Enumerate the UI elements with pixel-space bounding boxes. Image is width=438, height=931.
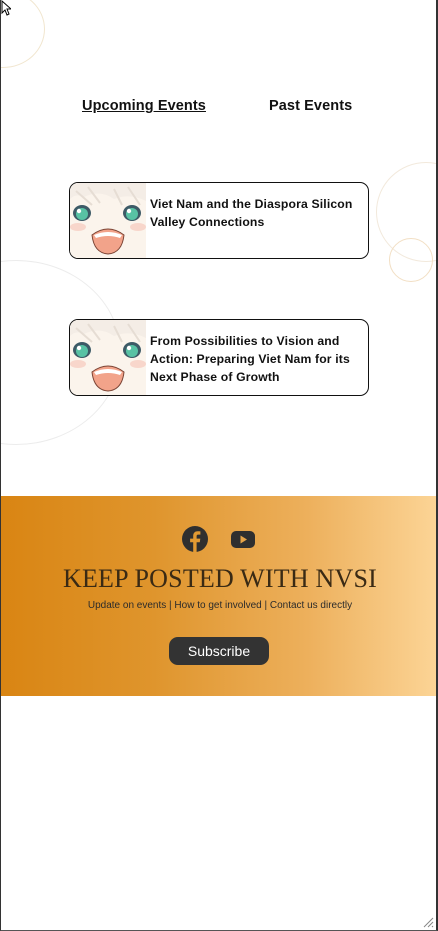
decorative-circle — [389, 238, 433, 282]
tab-past-events[interactable]: Past Events — [269, 98, 352, 114]
page-frame: Upcoming Events Past Events Viet Nam and… — [0, 0, 438, 931]
event-thumbnail — [70, 183, 146, 258]
banner-title: KEEP POSTED WITH NVSI — [62, 564, 378, 593]
event-title: From Possibilities to Vision and Action:… — [150, 334, 350, 384]
facebook-icon[interactable] — [181, 525, 209, 553]
event-title: Viet Nam and the Diaspora Silicon Valley… — [150, 197, 353, 229]
event-thumbnail — [70, 320, 146, 395]
event-card[interactable]: Viet Nam and the Diaspora Silicon Valley… — [69, 182, 369, 259]
newsletter-banner: KEEP POSTED WITH NVSI Update on events |… — [1, 496, 436, 696]
event-tabs: Upcoming Events Past Events — [1, 98, 436, 118]
event-card[interactable]: From Possibilities to Vision and Action:… — [69, 319, 369, 396]
mouse-cursor-icon — [1, 0, 11, 16]
social-links — [1, 525, 436, 553]
resize-grip-icon[interactable] — [422, 916, 434, 928]
banner-subtitle: Update on events | How to get involved |… — [87, 600, 353, 611]
tab-upcoming-events[interactable]: Upcoming Events — [82, 98, 206, 114]
subscribe-button[interactable]: Subscribe — [169, 637, 269, 665]
youtube-icon[interactable] — [229, 525, 257, 553]
